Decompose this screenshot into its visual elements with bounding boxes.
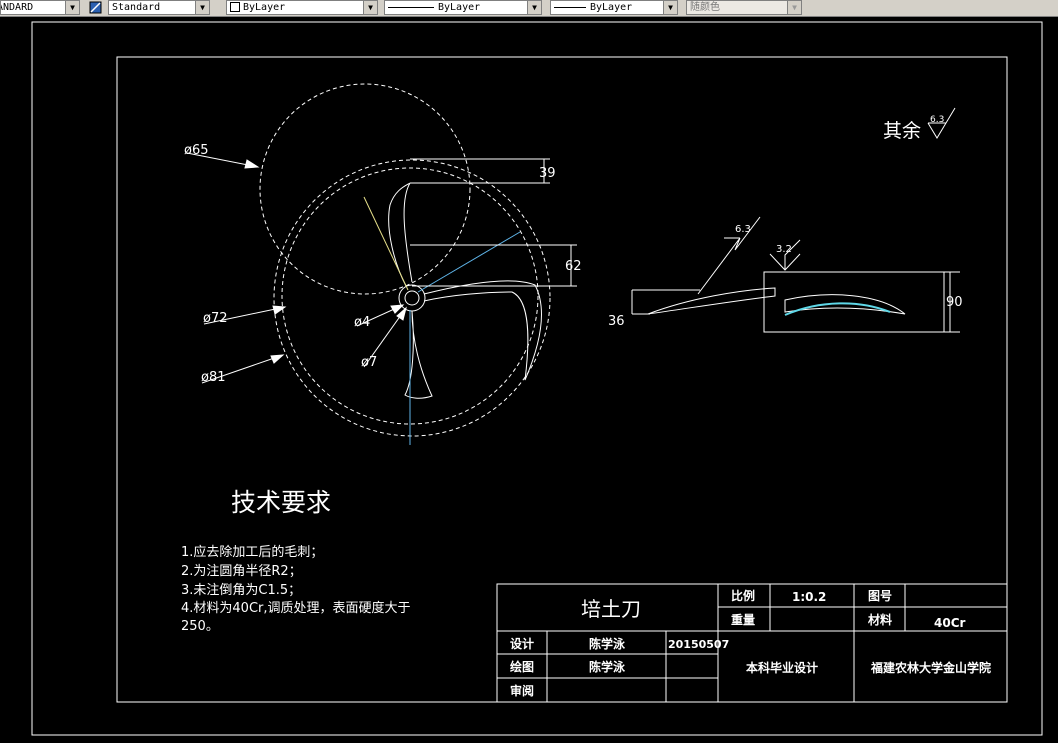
label-d72: ø72 [203,311,228,326]
tech-req-item-4: 4.材料为40Cr,调质处理，表面硬度大于 [181,600,411,616]
project-name: 本科毕业设计 [746,660,818,675]
axis-yellow [363,196,409,291]
blade-1 [388,182,413,287]
weight-label: 重量 [731,612,755,627]
tech-req-item-5: 250。 [181,619,219,634]
tech-req-item-1: 1.应去除加工后的毛刺； [181,544,323,560]
scale-label: 比例 [731,588,755,603]
arrow-d81 [270,354,285,364]
side-blade-left [647,287,776,315]
hub-d4 [404,290,420,306]
hub-d7 [398,284,426,312]
drawing-canvas[interactable]: ø65 ø72 ø81 ø4 ø7 39 62 36 90 6.3 3.2 其余… [0,0,1058,743]
label-d7: ø7 [361,355,377,370]
label-d4: ø4 [354,315,370,330]
rest-value: 6.3 [930,115,944,125]
blade-3 [404,310,433,399]
tech-req-item-2: 2.为注圆角半径R2； [181,564,302,579]
school-name: 福建农林大学金山学院 [870,660,991,675]
part-name: 培土刀 [581,597,641,621]
drawer-name: 陈学泳 [589,659,626,674]
side-view [631,216,960,333]
material-value: 40Cr [934,616,966,630]
rest-label: 其余 [883,120,921,142]
label-39: 39 [539,166,556,181]
front-view [259,83,551,445]
drawing-no-label: 图号 [868,588,892,603]
material-label: 材料 [867,612,892,627]
design-label: 设计 [510,636,534,651]
designer-name: 陈学泳 [589,636,626,651]
side-blade-curve [784,302,891,316]
mark-2-value: 3.2 [776,244,792,255]
label-36: 36 [608,314,625,329]
label-62: 62 [565,259,582,274]
drawn-label: 绘图 [510,659,534,674]
dimension-lines [186,152,577,384]
mark-1-value: 6.3 [735,224,751,235]
design-date: 20150507 [668,638,729,651]
review-label: 审阅 [510,683,534,698]
circle-d65 [259,83,471,295]
label-d65: ø65 [184,143,209,158]
label-d81: ø81 [201,370,226,385]
blade-2 [423,280,543,381]
tech-req-title: 技术要求 [231,488,331,517]
label-90: 90 [946,295,963,310]
scale-value: 1:0.2 [792,590,826,604]
axis-diagonal [417,231,521,293]
annotations: ø65 ø72 ø81 ø4 ø7 39 62 36 90 6.3 3.2 其余… [181,115,991,698]
arrow-d65 [244,159,260,169]
tech-req-item-3: 3.未注倒角为C1.5； [181,583,301,598]
circle-d81 [273,159,551,437]
side-view-block [763,271,951,333]
